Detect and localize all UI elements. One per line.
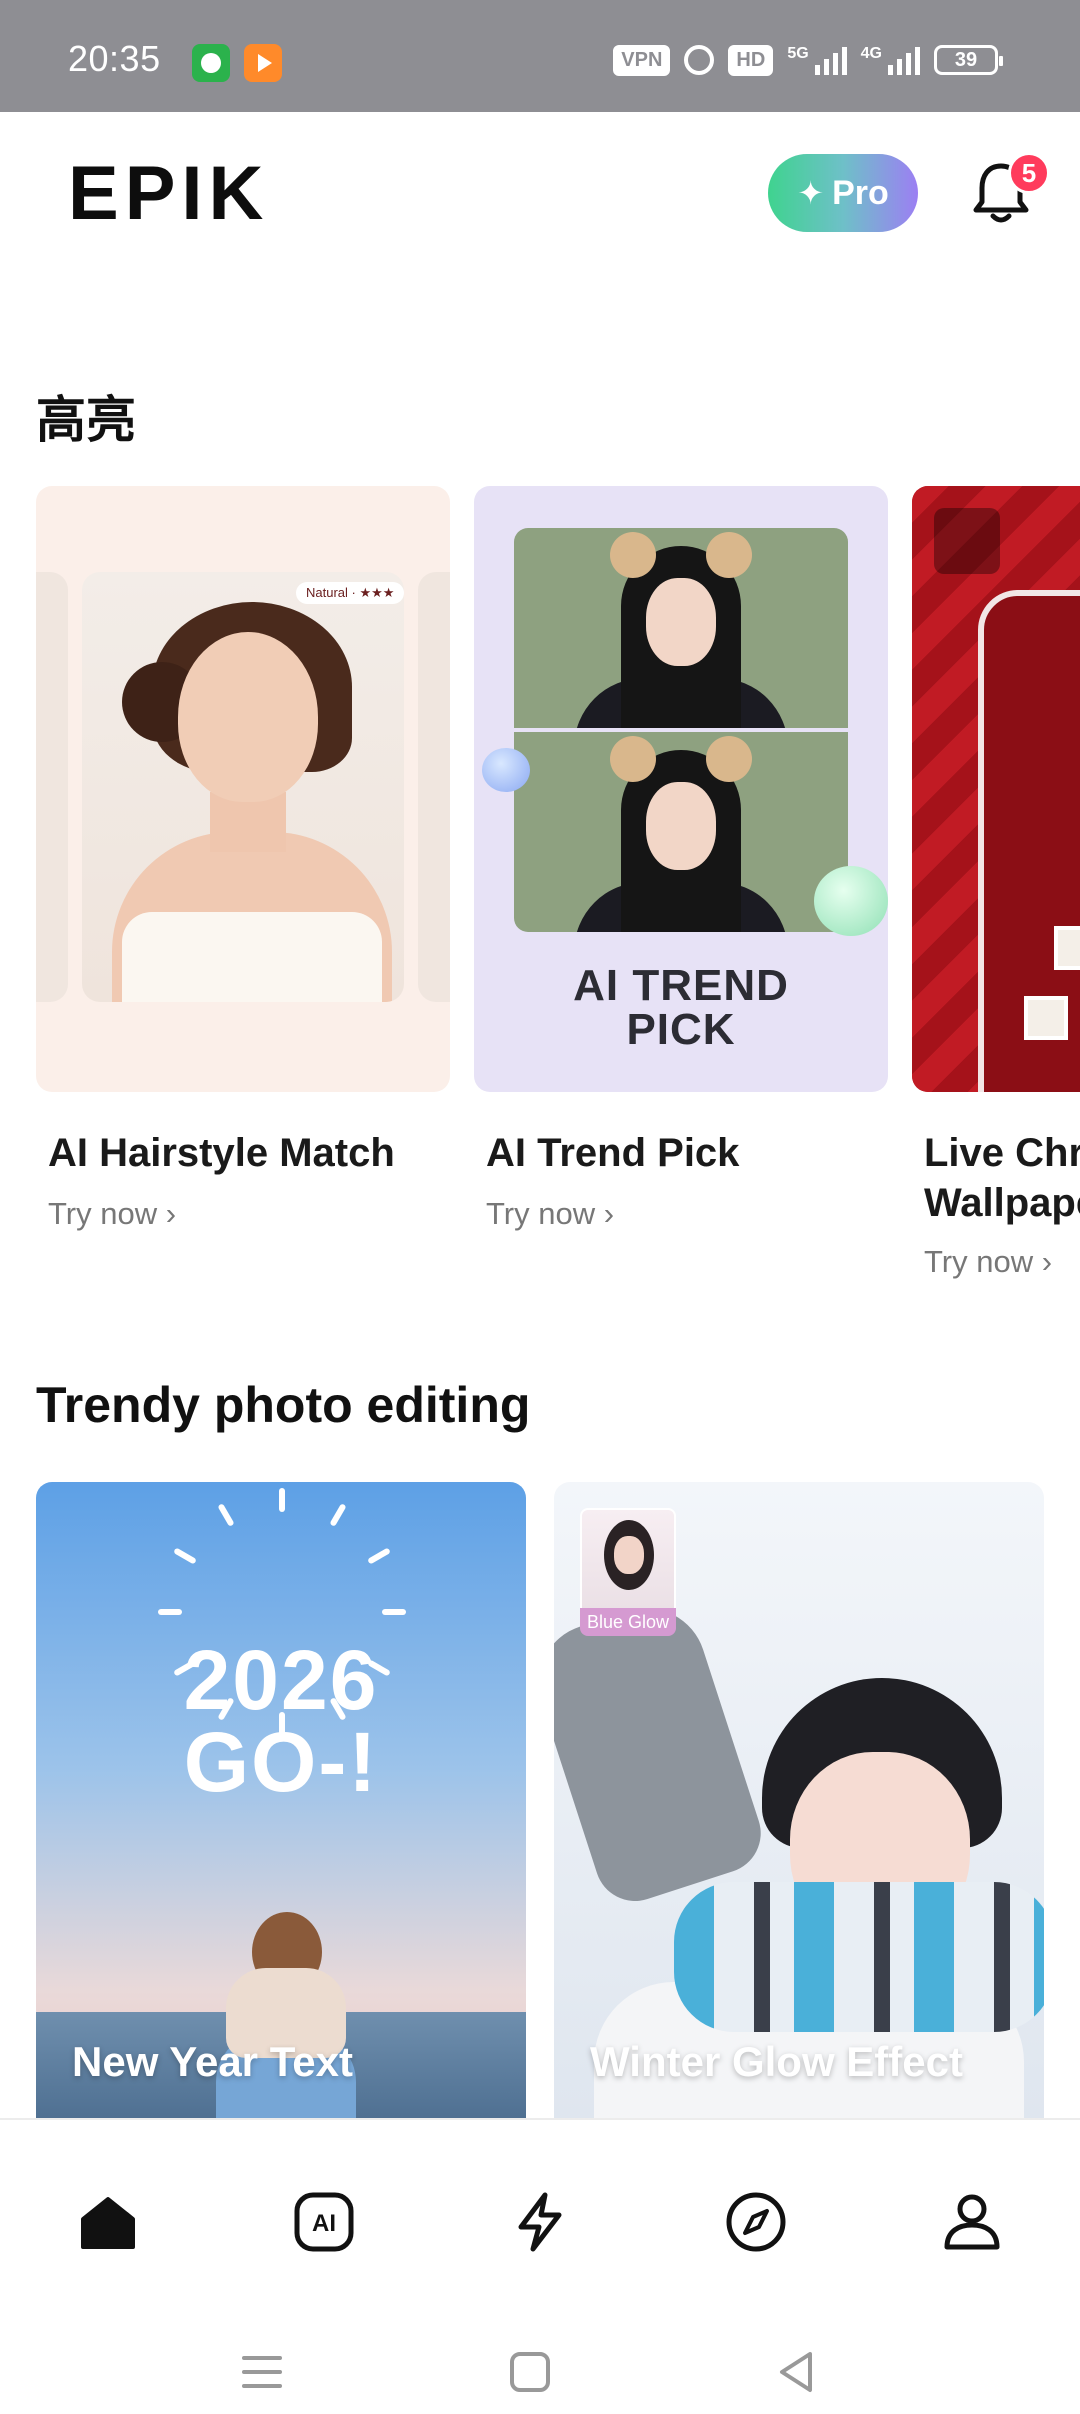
pro-button[interactable]: ✦ Pro <box>768 154 918 232</box>
video-app-icon <box>244 44 282 82</box>
network-type-label: 5G <box>787 45 809 62</box>
home-icon[interactable] <box>68 2182 148 2262</box>
hd-indicator: HD <box>728 44 774 76</box>
chevron-right-icon: › <box>603 1196 615 1231</box>
image-text-go: GO-! <box>183 1715 379 1809</box>
preview-panel <box>36 572 68 1002</box>
alarm-icon <box>684 45 715 75</box>
trend-photo <box>514 528 848 728</box>
card-title: Winter Glow Effect <box>590 2038 963 2085</box>
trend-photo <box>514 732 848 932</box>
card-title[interactable]: Live ChriWallpape <box>924 1128 1080 1228</box>
heart-decoration <box>482 748 530 792</box>
network-type-label: 4G <box>860 45 882 62</box>
signal-icon: 4G <box>861 45 920 75</box>
back-icon[interactable] <box>770 2346 822 2398</box>
vpn-indicator: VPN <box>613 44 671 76</box>
card-title[interactable]: AI Hairstyle Match <box>48 1128 395 1178</box>
hairstyle-preview-image <box>82 572 404 1002</box>
ai-trend-pick-image-text: AI TREND PICK <box>573 961 789 1054</box>
thumbnail-label: Blue Glow <box>580 1608 676 1636</box>
ai-icon[interactable]: AI <box>284 2182 364 2262</box>
try-now-link[interactable]: Try now › <box>48 1196 176 1232</box>
chevron-right-icon: › <box>1041 1244 1053 1279</box>
compass-icon[interactable] <box>716 2182 796 2262</box>
heart-decoration <box>814 866 888 936</box>
image-text-year: 2026 <box>183 1633 379 1727</box>
glove-image <box>554 1592 772 1912</box>
signal-icon: 5G <box>787 45 847 75</box>
style-tag: Natural · ★★★ <box>296 582 405 604</box>
messaging-app-icon <box>192 44 230 82</box>
new-year-text-card[interactable]: 2026 GO-! <box>36 1482 526 2118</box>
preview-panel <box>418 572 450 1002</box>
home-square-icon[interactable] <box>504 2346 556 2398</box>
svg-text:AI: AI <box>312 2210 336 2237</box>
live-wallpaper-icon <box>934 508 1000 574</box>
pro-label: Pro <box>832 173 889 212</box>
battery-icon: 39 <box>934 45 1003 75</box>
lightning-icon[interactable] <box>500 2182 580 2262</box>
person-image <box>216 1912 356 2118</box>
status-indicators: VPN HD 5G 4G 39 <box>613 40 1003 80</box>
sparkle-icon: ✦ <box>797 175 825 211</box>
menu-icon[interactable] <box>236 2346 288 2398</box>
trendy-section-title: Trendy photo editing <box>36 1377 531 1433</box>
highlights-section-title: 高亮 <box>36 392 136 448</box>
try-now-link[interactable]: Try now › <box>486 1196 614 1232</box>
bottom-navigation: AI <box>0 2118 1080 2414</box>
profile-icon[interactable] <box>932 2182 1012 2262</box>
chevron-right-icon: › <box>165 1196 177 1231</box>
notification-badge: 5 <box>1008 152 1050 194</box>
app-logo: EPIK <box>68 151 270 236</box>
card-title: New Year Text <box>72 2038 353 2085</box>
try-now-link[interactable]: Try now › <box>924 1244 1052 1280</box>
winter-glow-card[interactable]: Blue Glow <box>554 1482 1044 2118</box>
status-time: 20:35 <box>68 38 161 79</box>
status-bar: 20:35 VPN HD 5G 4G 39 <box>0 0 1080 112</box>
ai-hairstyle-card[interactable]: Natural · ★★★ <box>36 486 450 1092</box>
phone-mockup <box>978 590 1080 1092</box>
live-christmas-wallpaper-card[interactable] <box>912 486 1080 1092</box>
ai-trend-pick-card[interactable]: AI TREND PICK <box>474 486 888 1092</box>
card-title[interactable]: AI Trend Pick <box>486 1128 739 1178</box>
system-navigation-bar <box>0 2310 1080 2414</box>
